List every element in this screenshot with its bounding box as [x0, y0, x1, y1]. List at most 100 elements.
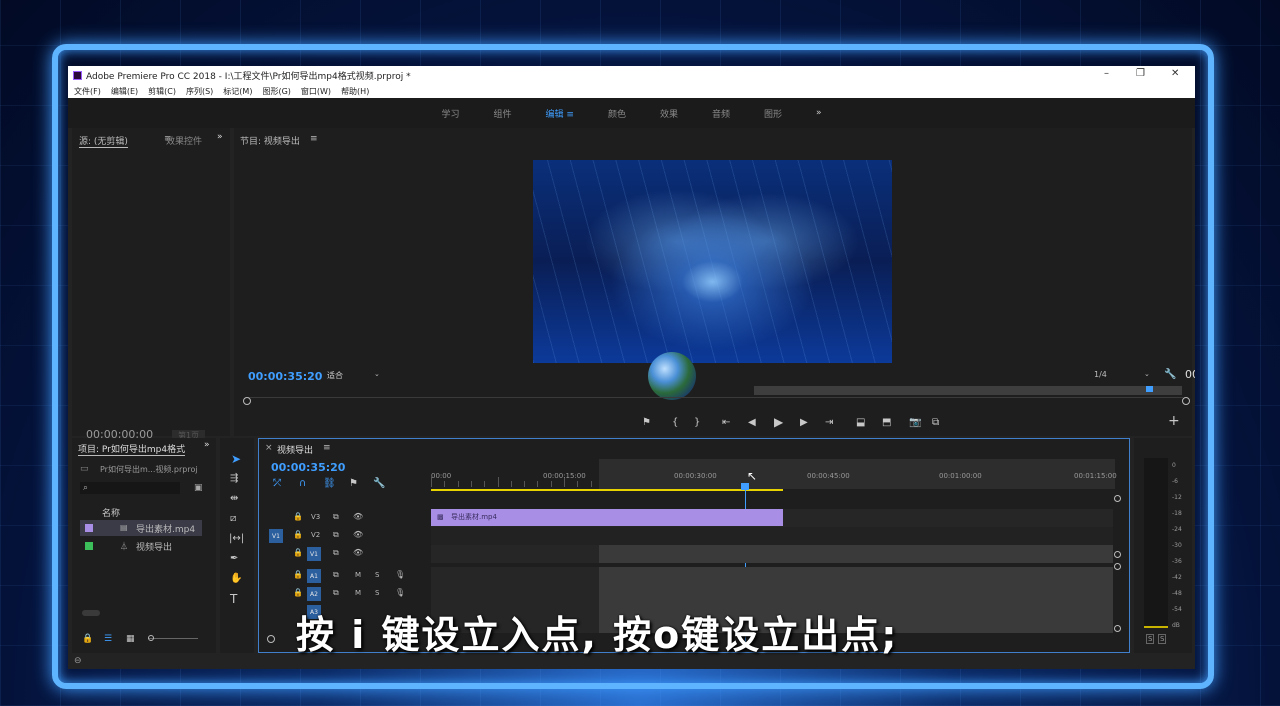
- project-tab[interactable]: 项目: Pr如何导出mp4格式: [78, 442, 186, 456]
- resolution-chevron-down-icon[interactable]: ⌄: [1144, 370, 1150, 378]
- workspace-more-button[interactable]: »: [816, 108, 822, 118]
- timeline-tab[interactable]: 视频导出: [277, 443, 313, 456]
- microphone-icon[interactable]: 🎙: [395, 570, 405, 579]
- track-select-tool-icon[interactable]: ⇶: [230, 474, 238, 484]
- solo-button[interactable]: S: [375, 571, 379, 579]
- workspace-audio[interactable]: 音频: [712, 107, 730, 120]
- program-out-point-handle[interactable]: [1182, 397, 1190, 405]
- source-more-button[interactable]: »: [217, 132, 223, 142]
- source-tab[interactable]: 源: (无剪辑): [79, 134, 128, 148]
- workspace-graphics[interactable]: 图形: [764, 107, 782, 120]
- sync-lock-icon[interactable]: ⧉: [333, 570, 339, 580]
- eye-icon[interactable]: 👁: [353, 512, 363, 521]
- menu-marker[interactable]: 标记(M): [223, 86, 252, 97]
- track-target-a2[interactable]: A2: [307, 587, 321, 601]
- timeline-v-scroll-handle[interactable]: [1114, 495, 1121, 502]
- go-to-out-icon[interactable]: ⇥: [825, 418, 833, 428]
- wrench-icon[interactable]: 🔧: [1164, 370, 1176, 380]
- timeline-tab-menu-icon[interactable]: ≡: [323, 443, 331, 453]
- timeline-playhead-handle[interactable]: [741, 483, 749, 490]
- timeline-close-icon[interactable]: ×: [265, 443, 273, 453]
- program-tab-menu-icon[interactable]: ≡: [310, 134, 318, 144]
- minimize-button[interactable]: –: [1104, 68, 1109, 79]
- menu-clip[interactable]: 剪辑(C): [148, 86, 176, 97]
- project-scrollbar[interactable]: [82, 610, 100, 616]
- project-more-button[interactable]: »: [204, 440, 210, 450]
- nest-icon[interactable]: ⤱: [273, 479, 281, 489]
- step-forward-icon[interactable]: ▶: [800, 418, 808, 428]
- name-column-header[interactable]: 名称: [102, 506, 120, 519]
- effect-controls-tab[interactable]: 效果控件: [166, 134, 202, 147]
- program-in-point-handle[interactable]: [243, 397, 251, 405]
- mark-out-icon[interactable]: }: [694, 418, 700, 428]
- menu-window[interactable]: 窗口(W): [301, 86, 331, 97]
- workspace-assembly[interactable]: 组件: [493, 107, 511, 120]
- extract-icon[interactable]: ⬒: [882, 418, 891, 428]
- lock-icon[interactable]: 🔒: [293, 512, 303, 521]
- fit-chevron-down-icon[interactable]: ⌄: [374, 370, 380, 378]
- selection-tool-icon[interactable]: ➤: [231, 453, 241, 465]
- timeline-v-scroll-handle[interactable]: [1114, 563, 1121, 570]
- timeline-h-scroll-left[interactable]: [267, 635, 275, 643]
- ripple-edit-tool-icon[interactable]: ⇹: [230, 494, 238, 504]
- program-tab[interactable]: 节目: 视频导出: [240, 134, 300, 147]
- menu-edit[interactable]: 编辑(E): [111, 86, 138, 97]
- new-bin-folder-icon[interactable]: ▣: [194, 483, 203, 493]
- timeline-timecode[interactable]: 00:00:35:20: [271, 461, 345, 474]
- track-target-a1[interactable]: A1: [307, 569, 321, 583]
- lock-icon[interactable]: 🔒: [293, 588, 303, 597]
- workspace-editing[interactable]: 编辑 ≡: [546, 107, 574, 120]
- eye-icon[interactable]: 👁: [353, 530, 363, 539]
- status-bar-icon[interactable]: ⊖: [74, 656, 82, 666]
- restore-button[interactable]: ❐: [1136, 68, 1145, 79]
- program-playhead-timecode[interactable]: 00:00:35:20: [248, 370, 322, 383]
- mark-in-icon[interactable]: {: [672, 418, 678, 428]
- mute-button[interactable]: M: [355, 589, 361, 597]
- export-frame-camera-icon[interactable]: 📷: [909, 418, 921, 428]
- type-tool-icon[interactable]: T: [230, 593, 237, 605]
- timeline-v-scroll-handle[interactable]: [1114, 625, 1121, 632]
- sync-lock-icon[interactable]: ⧉: [333, 548, 339, 558]
- lift-icon[interactable]: ⬓: [856, 418, 865, 428]
- workspace-menu-icon[interactable]: ≡: [566, 110, 574, 120]
- hand-tool-icon[interactable]: ✋: [230, 574, 242, 584]
- workspace-effects[interactable]: 效果: [660, 107, 678, 120]
- program-add-button-icon[interactable]: +: [1168, 414, 1180, 428]
- pen-tool-icon[interactable]: ✒: [230, 554, 238, 564]
- close-button[interactable]: ✕: [1171, 68, 1179, 79]
- timeline-settings-wrench-icon[interactable]: 🔧: [373, 479, 385, 489]
- lock-icon[interactable]: 🔒: [293, 548, 303, 557]
- project-item-row[interactable]: ▤ 导出素材.mp4: [80, 520, 202, 536]
- lock-icon[interactable]: 🔒: [293, 570, 303, 579]
- snap-magnet-icon[interactable]: ∩: [299, 479, 306, 489]
- meter-solo-right[interactable]: S: [1158, 634, 1167, 644]
- menu-help[interactable]: 帮助(H): [341, 86, 369, 97]
- list-view-icon[interactable]: ☰: [104, 634, 112, 644]
- resolution-dropdown[interactable]: 1/4: [1094, 370, 1107, 379]
- zoom-slider[interactable]: [148, 638, 198, 639]
- microphone-icon[interactable]: 🎙: [395, 588, 405, 597]
- project-search-input[interactable]: [80, 482, 180, 494]
- menu-sequence[interactable]: 序列(S): [186, 86, 213, 97]
- add-marker-icon[interactable]: ⚑: [642, 418, 651, 428]
- step-back-icon[interactable]: ◀: [748, 418, 756, 428]
- sync-lock-icon[interactable]: ⧉: [333, 512, 339, 522]
- eye-icon[interactable]: 👁: [353, 548, 363, 557]
- compare-view-icon[interactable]: ⧉: [932, 418, 939, 428]
- project-item-row[interactable]: ⏃ 视频导出: [80, 538, 202, 554]
- timeline-v-scroll-handle[interactable]: [1114, 551, 1121, 558]
- mute-button[interactable]: M: [355, 571, 361, 579]
- add-marker-icon[interactable]: ⚑: [349, 479, 358, 489]
- sync-lock-icon[interactable]: ⧉: [333, 588, 339, 598]
- program-playhead-marker[interactable]: [1146, 386, 1153, 392]
- meter-solo-left[interactable]: S: [1146, 634, 1155, 644]
- track-area[interactable]: [431, 527, 1113, 545]
- sync-lock-icon[interactable]: ⧉: [333, 530, 339, 540]
- video-clip[interactable]: ▩ 导出素材.mp4: [431, 509, 783, 526]
- zoom-slider-handle[interactable]: [148, 635, 154, 641]
- slip-tool-icon[interactable]: |↔|: [229, 534, 244, 544]
- icon-view-icon[interactable]: ▦: [126, 634, 135, 644]
- lock-icon[interactable]: 🔒: [82, 634, 93, 644]
- razor-tool-icon[interactable]: ⧄: [230, 514, 236, 524]
- solo-button[interactable]: S: [375, 589, 379, 597]
